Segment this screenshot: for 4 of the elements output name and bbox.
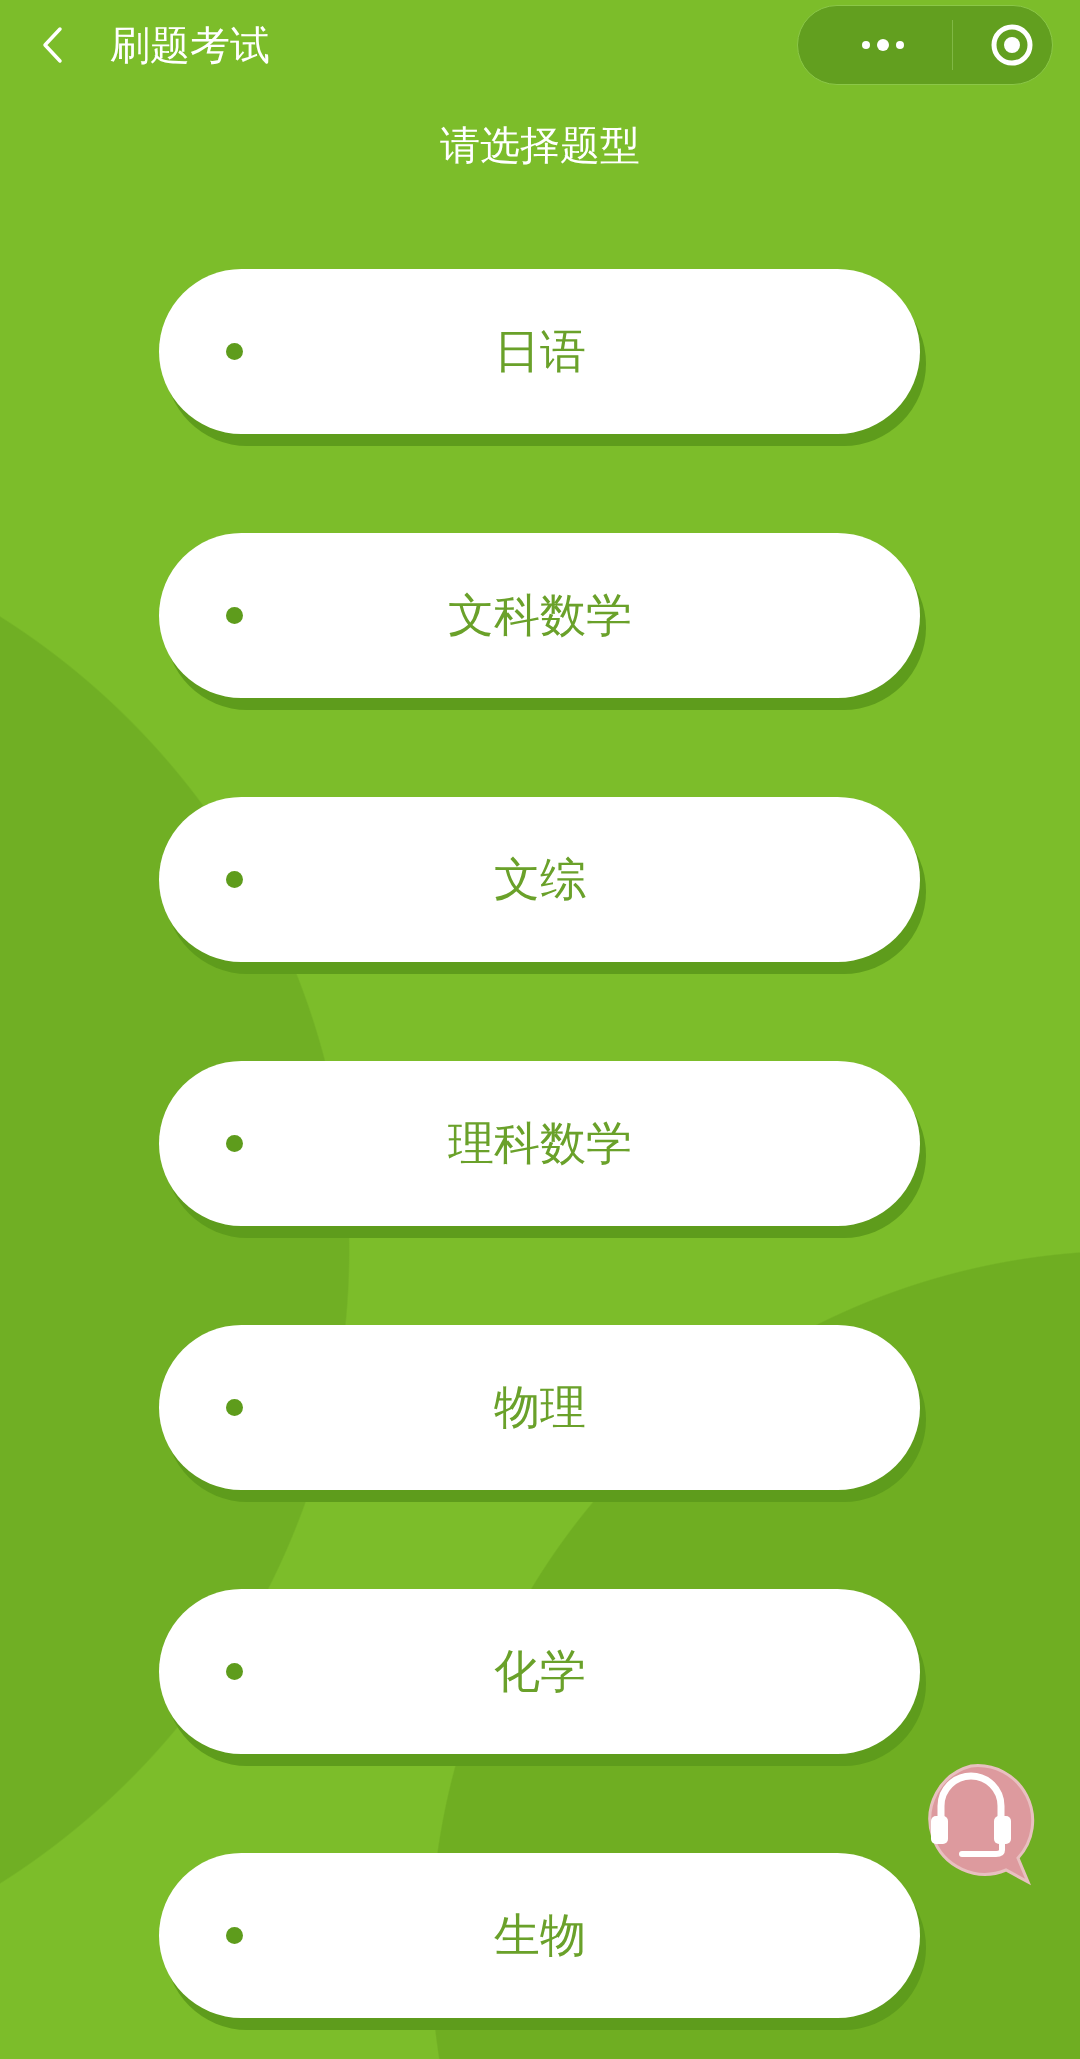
page-heading: 请选择题型 xyxy=(439,121,641,170)
close-icon[interactable] xyxy=(990,23,1034,67)
back-icon[interactable] xyxy=(40,25,64,65)
nav-title: 刷题考试 xyxy=(110,20,270,70)
